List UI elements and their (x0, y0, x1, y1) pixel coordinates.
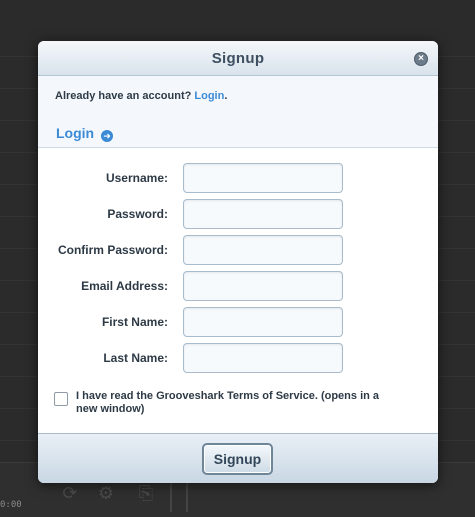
first-name-row: First Name: (38, 307, 438, 337)
last-name-row: Last Name: (38, 343, 438, 373)
already-account-text: Already have an account? Login. (55, 90, 227, 102)
terms-checkbox[interactable] (54, 392, 68, 406)
email-row: Email Address: (38, 271, 438, 301)
last-name-label: Last Name: (103, 351, 168, 365)
divider (186, 482, 188, 512)
player-time: 0:00 (0, 500, 22, 510)
period: . (224, 90, 228, 102)
username-row: Username: (38, 163, 438, 193)
close-icon[interactable]: × (414, 52, 428, 66)
confirm-password-label: Confirm Password: (57, 243, 168, 257)
signup-button[interactable]: Signup (202, 443, 273, 475)
username-input[interactable] (183, 163, 343, 193)
confirm-password-row: Confirm Password: (38, 235, 438, 265)
login-link[interactable]: Login (194, 90, 224, 102)
login-heading-label: Login (56, 125, 95, 141)
login-heading-link[interactable]: Login ➜ (56, 125, 113, 142)
confirm-password-input[interactable] (183, 235, 343, 265)
terms-label[interactable]: I have read the Grooveshark Terms of Ser… (76, 390, 386, 416)
dialog-header: Signup × (38, 41, 438, 76)
first-name-label: First Name: (101, 315, 168, 329)
divider (170, 482, 172, 512)
arrow-right-icon: ➜ (101, 130, 113, 142)
share-icon: ⎘ (138, 483, 154, 503)
signup-dialog: Signup × Already have an account? Login.… (38, 41, 438, 483)
last-name-input[interactable] (183, 343, 343, 373)
dialog-footer: Signup (38, 433, 438, 483)
password-row: Password: (38, 199, 438, 229)
dialog-title: Signup (211, 50, 265, 67)
email-input[interactable] (183, 271, 343, 301)
email-label: Email Address: (81, 279, 168, 293)
signup-form: Username: Password: Confirm Password: Em… (38, 148, 438, 433)
password-label: Password: (107, 207, 168, 221)
refresh-icon: ⟳ (62, 483, 78, 503)
username-label: Username: (105, 171, 168, 185)
login-section: Already have an account? Login. Login ➜ (38, 76, 438, 148)
password-input[interactable] (183, 199, 343, 229)
first-name-input[interactable] (183, 307, 343, 337)
gear-icon: ⚙ (97, 483, 115, 503)
already-account-label: Already have an account? (55, 90, 192, 102)
